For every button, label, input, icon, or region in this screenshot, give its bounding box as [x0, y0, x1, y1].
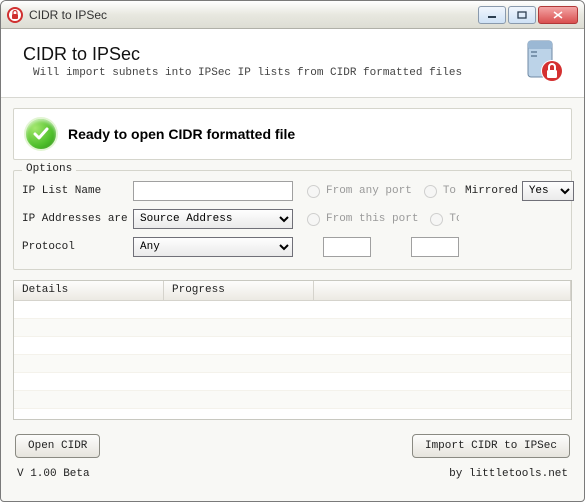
protocol-label: Protocol — [22, 241, 127, 253]
footer: V 1.00 Beta by littletools.net — [1, 466, 584, 486]
port-mode-row1: From any port To any port — [299, 185, 459, 198]
from-this-port-radio[interactable] — [307, 213, 320, 226]
status-bar: Ready to open CIDR formatted file — [13, 108, 572, 160]
table-row — [14, 355, 571, 373]
version-label: V 1.00 Beta — [17, 468, 90, 480]
close-button[interactable] — [538, 6, 578, 24]
ip-list-name-input[interactable] — [133, 181, 293, 201]
maximize-button[interactable] — [508, 6, 536, 24]
protocol-select[interactable]: Any — [133, 237, 293, 257]
titlebar[interactable]: CIDR to IPSec — [1, 1, 584, 29]
page-subtitle: Will import subnets into IPSec IP lists … — [23, 67, 520, 79]
port-inputs — [299, 237, 459, 257]
col-blank — [314, 281, 571, 300]
window-title: CIDR to IPSec — [29, 8, 478, 22]
ip-list-name-label: IP List Name — [22, 185, 127, 197]
app-icon — [7, 7, 23, 23]
table-row — [14, 337, 571, 355]
header: CIDR to IPSec Will import subnets into I… — [1, 29, 584, 98]
to-this-port-radio[interactable] — [430, 213, 443, 226]
options-legend: Options — [22, 163, 76, 175]
window-controls — [478, 6, 578, 24]
table-row — [14, 391, 571, 409]
mirrored-select[interactable]: Yes — [522, 181, 574, 201]
open-cidr-button[interactable]: Open CIDR — [15, 434, 100, 458]
author-label: by littletools.net — [449, 468, 568, 480]
to-any-port-radio[interactable] — [424, 185, 437, 198]
col-details[interactable]: Details — [14, 281, 164, 300]
server-lock-icon — [520, 37, 568, 85]
table-row — [14, 301, 571, 319]
check-icon — [24, 117, 58, 151]
status-message: Ready to open CIDR formatted file — [68, 126, 295, 142]
col-progress[interactable]: Progress — [164, 281, 314, 300]
page-title: CIDR to IPSec — [23, 44, 520, 65]
ip-addresses-select[interactable]: Source Address — [133, 209, 293, 229]
mirrored-label: Mirrored — [465, 185, 518, 197]
from-any-port-radio[interactable] — [307, 185, 320, 198]
port-mode-row2: From this port To this port — [299, 213, 459, 226]
table-header: Details Progress — [14, 281, 571, 301]
minimize-button[interactable] — [478, 6, 506, 24]
button-row: Open CIDR Import CIDR to IPSec — [1, 426, 584, 466]
table-row — [14, 373, 571, 391]
results-table: Details Progress — [13, 280, 572, 420]
to-port-input[interactable] — [411, 237, 459, 257]
options-group: Options IP List Name From any port To an… — [13, 170, 572, 270]
import-button[interactable]: Import CIDR to IPSec — [412, 434, 570, 458]
from-port-input[interactable] — [323, 237, 371, 257]
table-row — [14, 319, 571, 337]
ip-addresses-label: IP Addresses are — [22, 213, 127, 225]
table-body — [14, 301, 571, 419]
app-window: CIDR to IPSec CIDR to IPSec Will import … — [0, 0, 585, 502]
